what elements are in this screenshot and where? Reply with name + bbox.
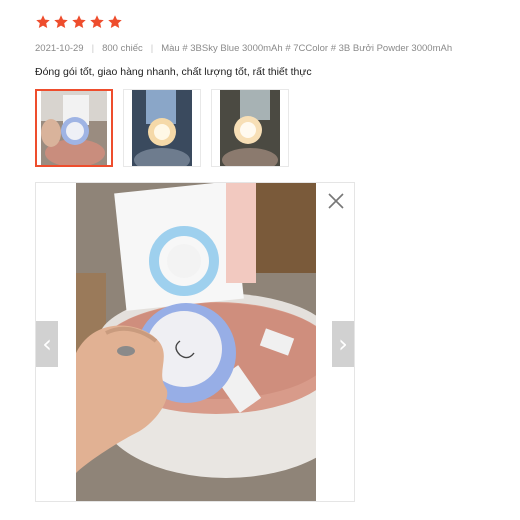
image-viewer: ‹ › (35, 182, 355, 502)
review-comment: Đóng gói tốt, giao hàng nhanh, chất lượn… (35, 66, 312, 78)
review-quantity: 800 chiếc (102, 43, 143, 54)
star-icon (108, 15, 122, 28)
thumbnail-2[interactable] (123, 89, 201, 167)
thumbnail-1[interactable] (35, 89, 113, 167)
review-variant: Màu # 3BSky Blue 3000mAh # 7CColor # 3B … (161, 43, 453, 54)
thumbnail-3-photo (220, 90, 280, 166)
next-image-button[interactable]: › (332, 321, 354, 367)
chevron-left-icon: ‹ (42, 330, 52, 358)
review-photo-illustration (76, 183, 316, 501)
thumbnail-2-photo (132, 90, 192, 166)
star-icon (72, 15, 86, 28)
thumbnail-3[interactable] (211, 89, 289, 167)
review-meta: 2021-10-29 | 800 chiếc | Màu # 3BSky Blu… (35, 43, 452, 54)
rating-stars (35, 14, 123, 30)
review-date: 2021-10-29 (35, 43, 84, 54)
chevron-right-icon: › (338, 330, 348, 358)
previous-image-button[interactable]: ‹ (36, 321, 58, 367)
star-icon (36, 15, 50, 28)
close-icon[interactable] (326, 191, 346, 211)
star-icon (90, 15, 104, 28)
review-photo (76, 183, 316, 501)
thumbnail-1-photo (41, 91, 107, 165)
meta-divider: | (150, 43, 154, 54)
media-thumbnails (35, 89, 289, 167)
meta-divider: | (91, 43, 95, 54)
star-icon (54, 15, 68, 28)
